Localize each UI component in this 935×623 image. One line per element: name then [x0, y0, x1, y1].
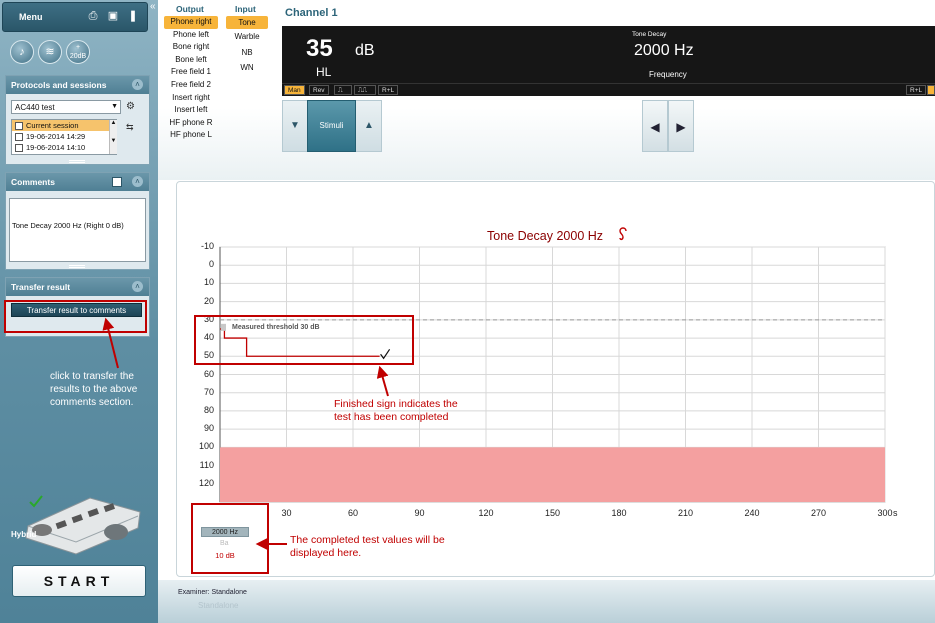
- y-tick-label: 60: [203, 368, 214, 379]
- x-tick-label: 30: [281, 508, 292, 518]
- result-frequency[interactable]: 2000 Hz: [201, 527, 249, 537]
- x-tick-label: 150: [544, 508, 561, 518]
- y-tick-label: -10: [200, 241, 214, 251]
- y-tick-label: 70: [203, 386, 214, 397]
- result-faint-label: Ba: [220, 540, 229, 547]
- x-tick-label: 300: [877, 508, 893, 518]
- shaded-region: [220, 447, 885, 502]
- finished-annotation: Finished sign indicates the test has bee…: [334, 398, 458, 423]
- y-tick-label: 20: [203, 295, 214, 306]
- examiner-ghost: Standalone: [198, 601, 239, 610]
- x-tick-label: 60: [347, 508, 358, 518]
- status-band: [158, 580, 935, 623]
- result-highlight-box: [191, 503, 269, 574]
- y-tick-label: 110: [199, 459, 214, 470]
- tone-decay-chart: Measured threshold 30 dB: [219, 246, 886, 503]
- y-tick-label: 0: [208, 259, 214, 270]
- values-annotation: The completed test values will be displa…: [290, 534, 445, 559]
- x-tick-label: 210: [677, 508, 694, 518]
- threshold-highlight-box: [194, 315, 414, 365]
- y-tick-label: 10: [203, 277, 214, 288]
- y-tick-label: 80: [203, 404, 214, 415]
- result-value: 10 dB: [215, 551, 235, 560]
- y-tick-label: 120: [198, 477, 214, 488]
- x-tick-label: 120: [478, 508, 494, 518]
- y-tick-label: 90: [203, 423, 214, 434]
- x-tick-label: 180: [611, 508, 627, 518]
- examiner-label: Examiner: Standalone: [178, 589, 247, 596]
- x-tick-label: 270: [810, 508, 827, 518]
- x-tick-label: 90: [414, 508, 425, 518]
- x-tick-label: 240: [744, 508, 760, 518]
- y-tick-label: 100: [198, 441, 214, 452]
